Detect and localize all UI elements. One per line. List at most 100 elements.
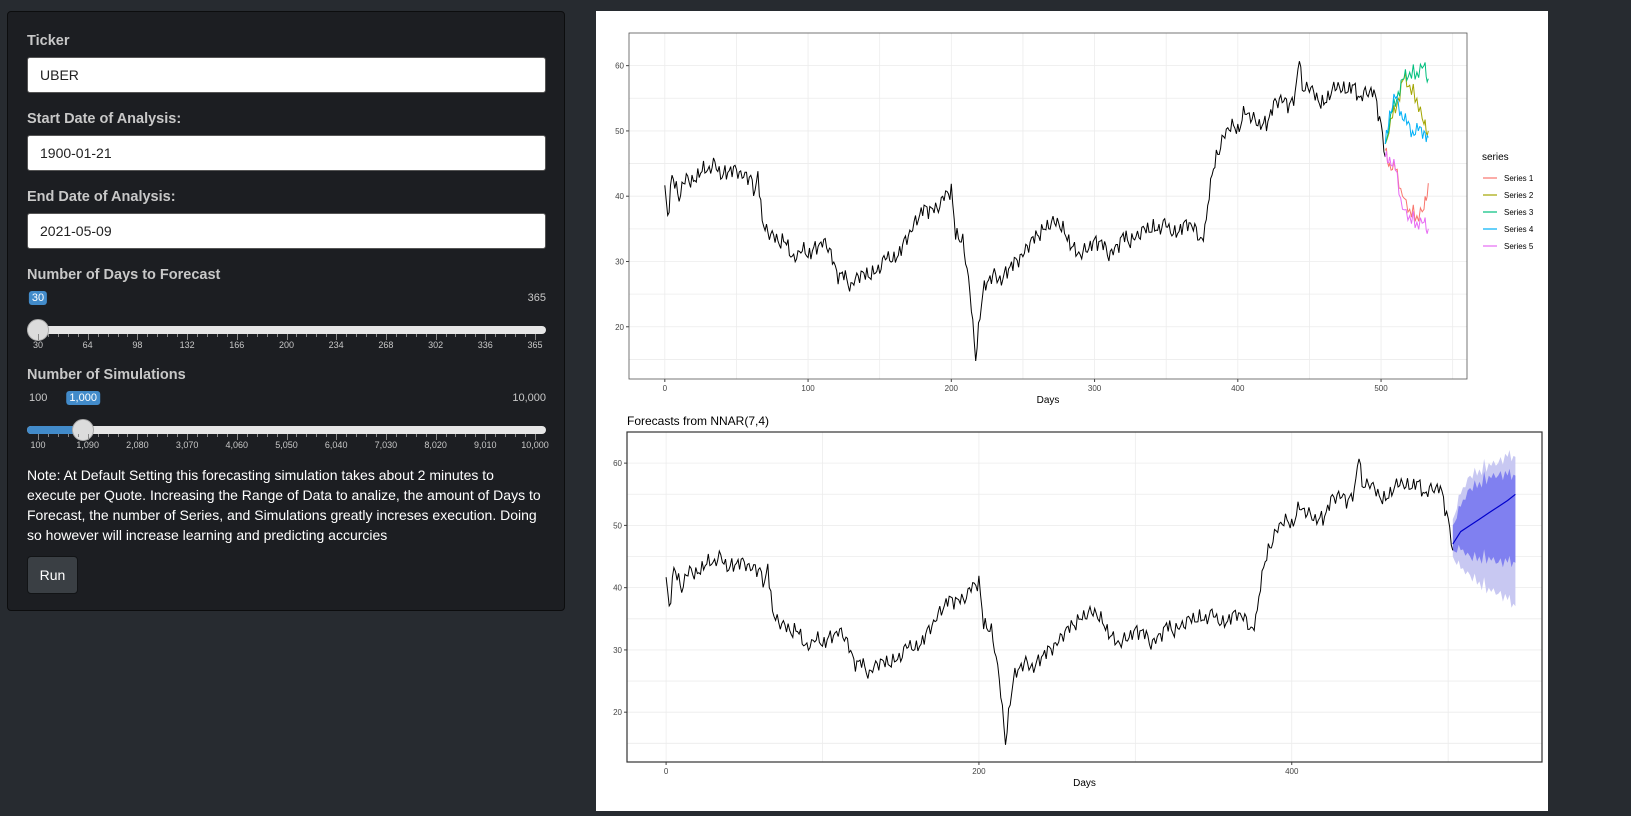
slider-tick <box>455 334 457 337</box>
sims-slider-track[interactable] <box>27 426 546 434</box>
sims-slider-handle[interactable] <box>72 419 95 441</box>
ticker-label: Ticker <box>27 33 70 49</box>
series-line <box>1384 147 1429 222</box>
slider-tick <box>475 334 477 337</box>
slider-tick <box>167 334 169 337</box>
slider-tick-label: 8,020 <box>424 440 447 450</box>
days-slider-track[interactable] <box>27 326 546 334</box>
end-date-label: End Date of Analysis: <box>27 189 176 205</box>
days-to-forecast-slider[interactable]: 30 365 30 306498132166200234268302336365 <box>27 290 546 350</box>
slider-tick <box>67 434 69 437</box>
start-date-input[interactable]: 1900-01-21 <box>27 135 546 171</box>
slider-tick <box>97 334 99 337</box>
slider-tick <box>226 334 228 337</box>
x-axis-label: Days <box>1073 778 1096 789</box>
start-date-label: Start Date of Analysis: <box>27 111 182 127</box>
slider-tick <box>246 334 248 337</box>
x-tick-label: 400 <box>1231 384 1245 393</box>
slider-tick-label: 2,080 <box>126 440 149 450</box>
sidebar-panel: Ticker UBER Start Date of Analysis: 1900… <box>7 11 565 611</box>
x-tick-label: 200 <box>945 384 959 393</box>
slider-tick <box>47 334 49 337</box>
slider-tick <box>316 334 318 337</box>
slider-tick-label: 9,010 <box>474 440 497 450</box>
slider-tick <box>465 334 467 337</box>
slider-tick <box>57 434 59 437</box>
y-tick-label: 20 <box>613 708 622 717</box>
slider-tick <box>515 334 517 337</box>
slider-tick <box>47 434 49 437</box>
legend-title: series <box>1482 152 1509 163</box>
slider-tick <box>326 434 328 437</box>
slider-tick <box>266 334 268 337</box>
days-max-label: 365 <box>527 292 546 304</box>
legend-entry: Series 3 <box>1504 208 1534 217</box>
slider-tick <box>97 434 99 437</box>
days-value-badge: 30 <box>28 291 48 305</box>
y-tick-label: 40 <box>613 584 622 593</box>
history-line <box>665 458 1454 745</box>
slider-tick-label: 30 <box>32 340 44 350</box>
slider-tick-label: 98 <box>132 340 143 350</box>
slider-tick <box>445 334 447 337</box>
slider-tick <box>296 334 298 337</box>
slider-tick <box>107 334 109 337</box>
y-tick-label: 60 <box>615 62 624 71</box>
slider-tick-label: 365 <box>527 340 543 350</box>
slider-tick <box>455 434 457 437</box>
legend-entry: Series 4 <box>1504 225 1534 234</box>
slider-tick <box>57 334 59 337</box>
x-axis-label: Days <box>1037 395 1060 406</box>
slider-tick <box>147 334 149 337</box>
slider-tick <box>356 434 358 437</box>
nnar-forecast-chart: Forecasts from NNAR(7,4) 0 200 400 20 30 40 50 6… <box>613 414 1543 789</box>
simulation-chart: 0 100 200 300 400 500 20 30 40 50 60 Days series Seri… <box>615 32 1534 406</box>
history-line <box>664 61 1386 361</box>
slider-tick <box>366 334 368 337</box>
x-tick-label: 0 <box>663 384 668 393</box>
slider-tick <box>127 334 129 337</box>
slider-tick <box>525 334 527 337</box>
slider-tick <box>375 434 377 437</box>
slider-tick <box>326 334 328 337</box>
slider-tick <box>356 334 358 337</box>
y-tick-label: 30 <box>613 646 622 655</box>
x-tick-label: 400 <box>1285 767 1299 776</box>
slider-tick <box>206 434 208 437</box>
slider-tick-label: 7,030 <box>374 440 398 450</box>
slider-tick-label: 302 <box>428 340 444 350</box>
slider-tick <box>77 434 79 437</box>
simulations-slider[interactable]: 100 10,000 1,000 100 1,090 2,080 3,070 4,060… <box>27 390 549 450</box>
slider-tick <box>177 334 179 337</box>
slider-tick <box>216 334 218 337</box>
slider-tick <box>346 334 348 337</box>
slider-tick <box>206 334 208 337</box>
slider-tick <box>107 434 109 437</box>
end-date-input[interactable]: 2021-05-09 <box>27 213 546 249</box>
slider-tick <box>395 434 397 437</box>
run-button[interactable]: Run <box>27 556 78 594</box>
y-tick-label: 30 <box>615 257 624 266</box>
sims-min-label: 100 <box>29 392 48 404</box>
slider-tick <box>306 434 308 437</box>
slider-tick <box>515 434 517 437</box>
slider-tick <box>525 434 527 437</box>
slider-tick <box>395 334 397 337</box>
slider-tick <box>316 434 318 437</box>
execution-note: Note: At Default Setting this forecastin… <box>27 467 541 543</box>
days-slider-label: Number of Days to Forecast <box>27 267 221 283</box>
sims-value-badge: 1,000 <box>66 391 100 405</box>
slider-tick-label: 336 <box>477 340 493 350</box>
slider-tick <box>117 334 119 337</box>
slider-tick <box>276 334 278 337</box>
slider-tick <box>375 334 377 337</box>
slider-tick <box>415 334 417 337</box>
ticker-input[interactable]: UBER <box>27 57 546 93</box>
slider-tick <box>127 434 129 437</box>
slider-tick <box>405 434 407 437</box>
slider-tick <box>266 434 268 437</box>
slider-tick <box>256 434 258 437</box>
slider-tick-label: 132 <box>179 340 195 350</box>
slider-tick-label: 10,000 <box>521 440 549 450</box>
slider-tick <box>306 334 308 337</box>
